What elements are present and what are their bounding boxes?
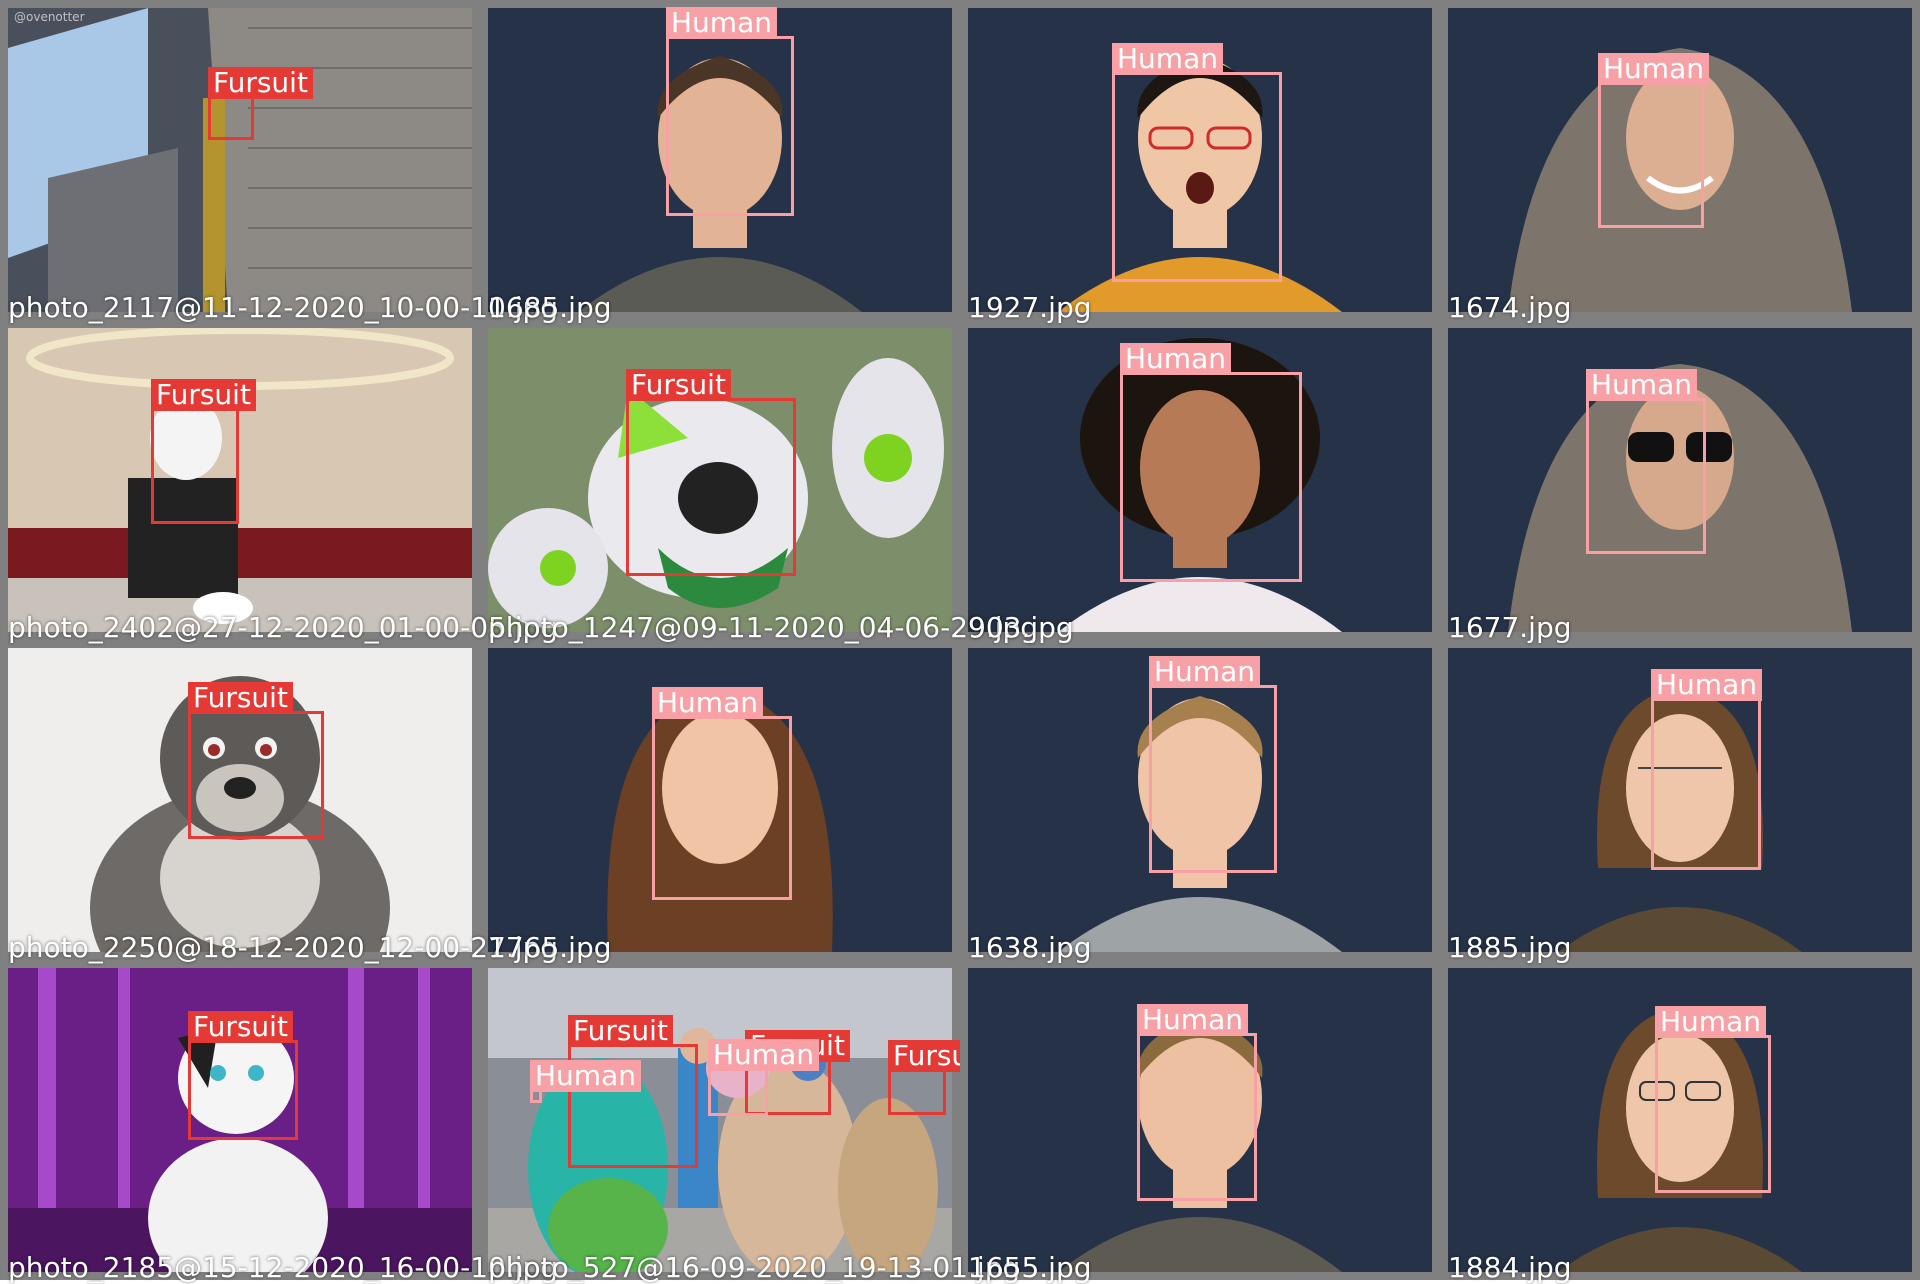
detection-label: Human [530,1060,641,1092]
detection-box: Fursuit [626,369,796,576]
tile-filename: 1638.jpg [968,931,1092,964]
detection-label: Human [652,687,763,719]
image-tile: Human 1674.jpg [1440,0,1920,324]
detection-label: Human [1655,1006,1766,1038]
detection-box: Fursuit [151,379,256,524]
detection-box: Human [1655,1006,1771,1193]
image-tile: Fursuit photo_1247@09-11-2020_04-06-29.jp… [480,320,1038,644]
image-tile: Fursuit photo_2185@15-12-2020_16-00-10.jp… [0,960,558,1284]
image-tile: Human 903.jpg [960,320,1440,644]
detection-label: Fursuit [188,682,293,714]
detection-box: Human [708,1039,819,1116]
image-tile: Fursuit photo_2250@18-12-2020_12-00-27.jp… [0,640,558,964]
detection-label: Human [1149,656,1260,688]
detection-label: Fursuit [626,369,731,401]
tile-photo [488,968,952,1272]
tile-filename: 1765.jpg [488,931,612,964]
image-tile: Human 1884.jpg [1440,960,1920,1284]
detection-label: Human [1586,369,1697,401]
detection-label: Human [1112,43,1223,75]
detection-box: Human [1120,343,1302,582]
detection-box: Human [1149,656,1277,873]
tile-photo [8,8,472,312]
detection-label: Human [1651,669,1762,701]
detection-box: Human [1651,669,1762,870]
image-tile: FursuitHumanFursuitHumanFursuitphoto_527… [480,960,1020,1284]
tile-filename: 1685.jpg [488,291,612,324]
detection-box: Fursuit [188,1011,298,1140]
tile-photo [8,328,472,632]
detection-box: Human [1598,53,1709,228]
detection-label: Fursuit [188,1011,293,1043]
image-tile: Fursuit photo_2402@27-12-2020_01-00-05.jp… [0,320,558,644]
image-tile: Human 1885.jpg [1440,640,1920,964]
tile-filename: photo_2117@11-12-2020_10-00-10.jpg [8,291,559,324]
detection-label: Human [1137,1004,1248,1036]
tile-filename: 1674.jpg [1448,291,1572,324]
image-tile: @ovenotter Fursuit photo_2117@11-12-2020_1… [0,0,558,324]
detection-label: Fursuit [568,1015,673,1047]
image-tile: Human 1685.jpg [480,0,960,324]
image-tile: Human 1927.jpg [960,0,1440,324]
detection-label: Fursuit [208,67,313,99]
image-tile: Human 1765.jpg [480,640,960,964]
tile-filename: 1655.jpg [968,1251,1092,1284]
tile-filename: photo_2250@18-12-2020_12-00-27.jpg [8,931,559,964]
detection-label: Human [1120,343,1231,375]
tile-filename: 903.jpg [968,611,1074,644]
detection-box: Fursuit [208,67,313,140]
watermark: @ovenotter [14,10,85,24]
image-tile: Human 1655.jpg [960,960,1440,1284]
tile-filename: photo_527@16-09-2020_19-13-01.jpg [488,1251,1021,1284]
detection-label: Human [708,1039,819,1071]
detection-label: Human [666,7,777,39]
tile-filename: photo_2185@15-12-2020_16-00-10.jpg [8,1251,559,1284]
detection-box: Human [652,687,792,900]
detection-box: Human [1586,369,1706,554]
detection-box: Human [1137,1004,1257,1201]
image-tile: Human 1638.jpg [960,640,1440,964]
tile-filename: photo_2402@27-12-2020_01-00-05.jpg [8,611,559,644]
tile-filename: 1677.jpg [1448,611,1572,644]
detection-box: Fursuit [888,1040,993,1115]
detection-box: Human [666,7,794,216]
tile-filename: 1927.jpg [968,291,1092,324]
detection-box: Fursuit [188,682,324,839]
detection-box: Human [530,1060,641,1103]
detection-label: Human [1598,53,1709,85]
detection-grid: @ovenotter Fursuit photo_2117@11-12-2020_1… [0,0,1920,1284]
detection-box: Human [1112,43,1282,282]
tile-filename: 1884.jpg [1448,1251,1572,1284]
tile-filename: photo_1247@09-11-2020_04-06-29.jpg [488,611,1039,644]
detection-label: Fursuit [151,379,256,411]
image-tile: Human 1677.jpg [1440,320,1920,644]
tile-filename: 1885.jpg [1448,931,1572,964]
